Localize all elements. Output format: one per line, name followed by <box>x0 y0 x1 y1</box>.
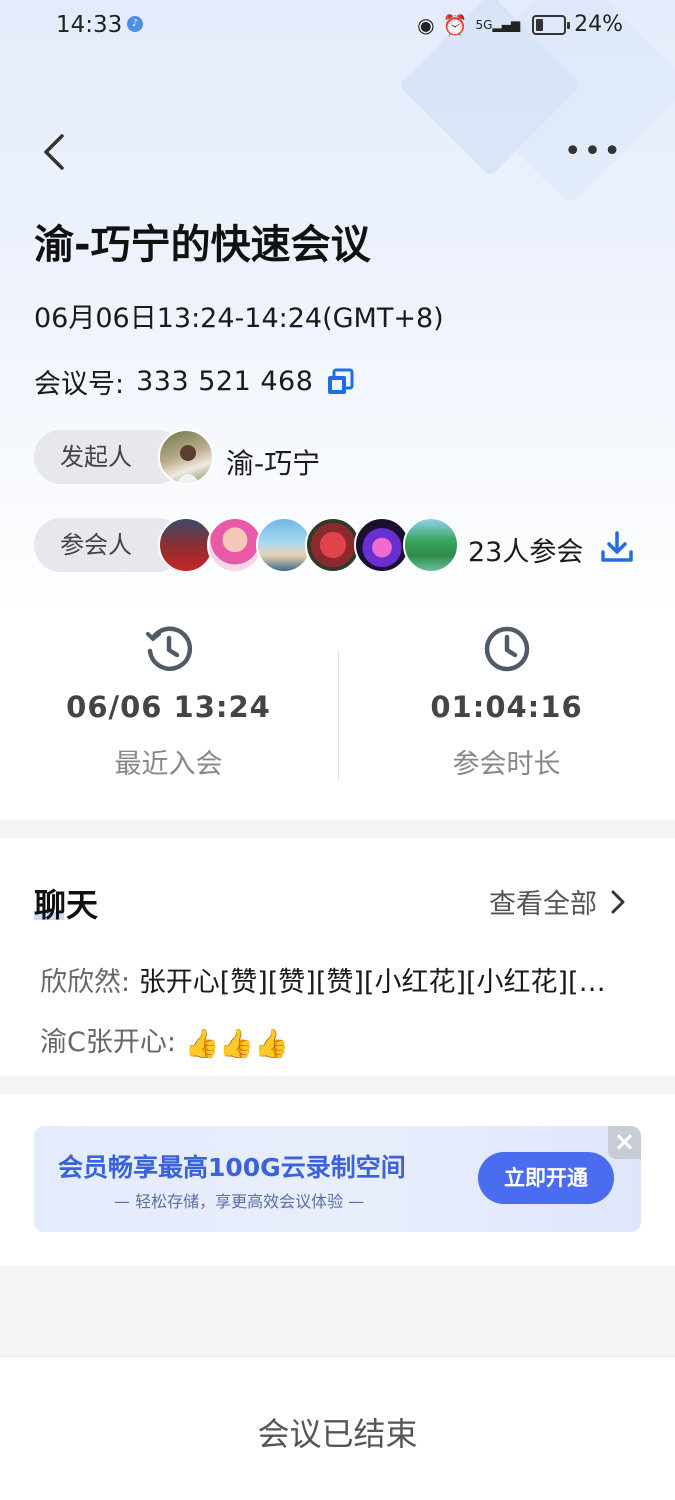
chat-sender: 欣欣然: <box>40 967 131 998</box>
chevron-right-icon <box>611 890 625 913</box>
close-icon[interactable]: × <box>608 1126 641 1159</box>
battery-icon <box>532 14 571 35</box>
eye-icon: ◉ <box>417 12 435 37</box>
more-options-icon[interactable]: ••• <box>564 137 623 167</box>
chat-message[interactable]: 渝C张开心: 👍👍👍 <box>40 1020 640 1060</box>
meeting-ended-status: 会议已结束 <box>257 1415 418 1453</box>
download-icon[interactable] <box>600 530 634 564</box>
chat-sender: 渝C张开心: <box>40 1027 176 1058</box>
bottom-bar: 会议已结束 <box>0 1356 675 1500</box>
last-join-label: 最近入会 <box>114 749 223 780</box>
meeting-id-label: 会议号: <box>34 369 125 400</box>
chat-title: 聊天 <box>34 886 99 924</box>
back-arrow-icon[interactable] <box>36 130 72 174</box>
chat-card: 聊天 查看全部 欣欣然: 张开心[赞][赞][赞][小红花][小红花][… 渝C… <box>0 838 675 1076</box>
meeting-id-value: 333 521 468 <box>136 366 314 397</box>
promo-subtitle: — 轻松存储，享更高效会议体验 — <box>114 1192 365 1211</box>
host-avatar[interactable] <box>158 429 214 485</box>
status-time: 14:33 <box>56 12 123 38</box>
chat-message[interactable]: 欣欣然: 张开心[赞][赞][赞][小红花][小红花][… <box>40 960 640 999</box>
battery-percent: 24% <box>574 12 623 37</box>
signal-icon: 5G▂▄▆ <box>475 17 521 32</box>
meeting-id-row: 会议号: 333 521 468 <box>34 362 355 401</box>
history-clock-icon <box>145 626 192 671</box>
thumbs-up-icon: 👍👍👍 <box>184 1027 290 1060</box>
view-all-chat-link[interactable]: 查看全部 <box>489 882 625 921</box>
network-type-label: 5G <box>475 17 493 32</box>
promo-banner[interactable]: 会员畅享最高100G云录制空间 — 轻松存储，享更高效会议体验 — 立即开通 × <box>34 1126 641 1232</box>
attendee-avatar-5[interactable] <box>354 517 410 573</box>
copy-icon[interactable] <box>325 367 355 397</box>
battery-fill <box>536 18 544 31</box>
last-join-stat: 06/06 13:24 最近入会 <box>0 610 337 781</box>
activate-button[interactable]: 立即开通 <box>478 1152 614 1204</box>
attendee-avatar-2[interactable] <box>207 517 263 573</box>
meeting-stats: 06/06 13:24 最近入会 01:04:16 参会时长 <box>0 610 675 820</box>
promo-section: 会员畅享最高100G云录制空间 — 轻松存储，享更高效会议体验 — 立即开通 × <box>0 1094 675 1266</box>
attendee-avatar-6[interactable] <box>403 517 459 573</box>
meeting-title: 渝-巧宁的快速会议 <box>34 222 371 268</box>
attendee-avatar-3[interactable] <box>256 517 312 573</box>
duration-value: 01:04:16 <box>430 690 583 724</box>
attendee-avatar-1[interactable] <box>158 517 214 573</box>
promo-title: 会员畅享最高100G云录制空间 <box>58 1153 406 1182</box>
duration-stat: 01:04:16 参会时长 <box>338 610 675 781</box>
alarm-icon: ⏰ <box>442 12 468 37</box>
duration-label: 参会时长 <box>452 749 561 780</box>
meeting-time-range: 06月06日13:24-14:24(GMT+8) <box>34 303 444 334</box>
view-all-label: 查看全部 <box>489 889 597 920</box>
chat-text: 张开心[赞][赞][赞][小红花][小红花][… <box>138 967 606 998</box>
host-name: 渝-巧宁 <box>226 447 321 480</box>
clock-icon <box>484 626 529 672</box>
last-join-value: 06/06 13:24 <box>66 690 271 724</box>
attendee-avatar-4[interactable] <box>305 517 361 573</box>
attendee-count[interactable]: 23人参会 <box>468 530 583 569</box>
status-bar: 14:33 ♪ ◉ ⏰ 5G▂▄▆ 24% <box>0 0 675 52</box>
status-icons: ◉ ⏰ 5G▂▄▆ 24% <box>417 12 623 37</box>
music-note-icon: ♪ <box>127 16 143 32</box>
